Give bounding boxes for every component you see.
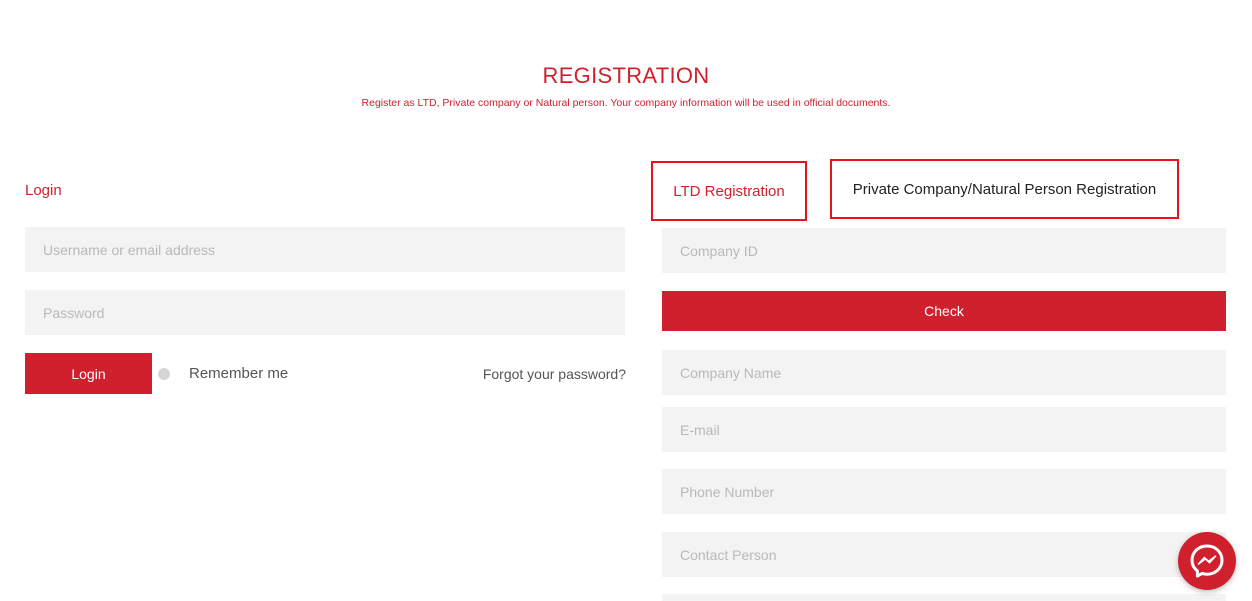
messenger-chat-button[interactable]: [1178, 532, 1236, 590]
password-input[interactable]: [25, 290, 625, 335]
contact-person-input[interactable]: [662, 532, 1226, 577]
forgot-password-link[interactable]: Forgot your password?: [483, 366, 626, 382]
check-button[interactable]: Check: [662, 291, 1226, 331]
page-title: REGISTRATION: [542, 63, 710, 88]
page-subtitle: Register as LTD, Private company or Natu…: [361, 97, 891, 109]
tab-private-registration-label: Private Company/Natural Person Registrat…: [852, 180, 1157, 198]
phone-number-input[interactable]: [662, 469, 1226, 514]
login-heading: Login: [25, 182, 62, 199]
remember-me-label[interactable]: Remember me: [189, 365, 288, 382]
messenger-icon: [1190, 544, 1224, 578]
next-field-partial[interactable]: [662, 594, 1226, 601]
registration-page: REGISTRATION Register as LTD, Private co…: [0, 0, 1252, 601]
tab-ltd-registration[interactable]: LTD Registration: [651, 161, 807, 221]
company-id-input[interactable]: [662, 228, 1226, 273]
login-button[interactable]: Login: [25, 353, 152, 394]
company-name-input[interactable]: [662, 350, 1226, 395]
remember-me-radio[interactable]: [158, 368, 170, 380]
email-input[interactable]: [662, 407, 1226, 452]
tab-private-registration[interactable]: Private Company/Natural Person Registrat…: [830, 159, 1179, 219]
username-input[interactable]: [25, 227, 625, 272]
tab-ltd-registration-label: LTD Registration: [673, 182, 785, 200]
